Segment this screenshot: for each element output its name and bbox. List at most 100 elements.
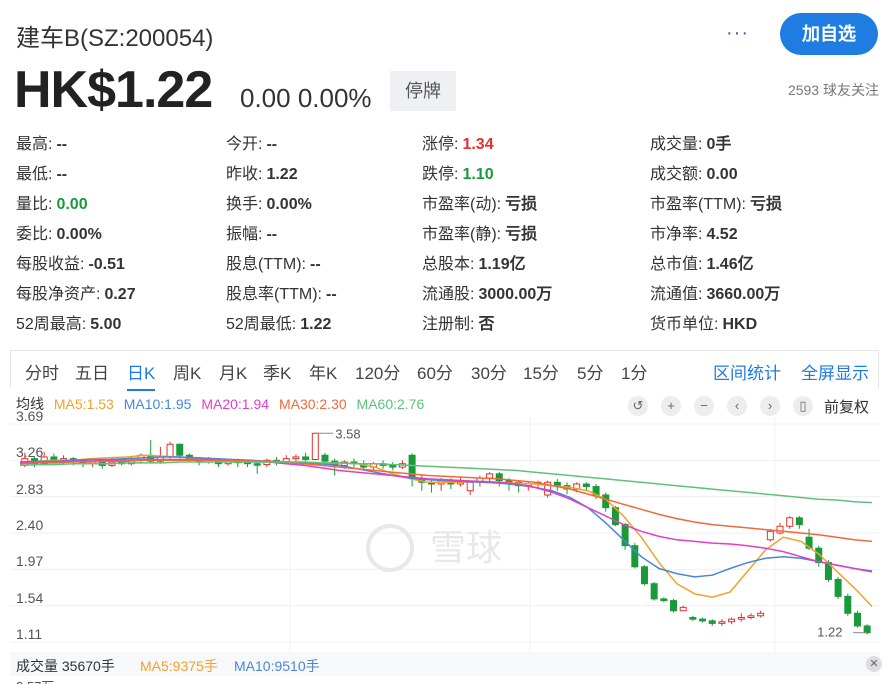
zoom-out-icon[interactable]: −: [694, 396, 714, 416]
reset-icon[interactable]: ↺: [628, 396, 648, 416]
stat-label: 52周最低:: [226, 316, 297, 333]
tab-12[interactable]: 1分: [621, 359, 647, 384]
candle-body[interactable]: [389, 464, 397, 468]
stat-item: 52周最高: 5.00: [16, 310, 121, 334]
candle-body[interactable]: [321, 454, 329, 462]
trading-halt-badge: 停牌: [390, 71, 456, 111]
stat-item: 流通股: 3000.00万: [422, 280, 552, 304]
candle-body[interactable]: [757, 612, 765, 617]
candle-body[interactable]: [689, 616, 697, 620]
candle-body[interactable]: [766, 530, 774, 541]
tab-4[interactable]: 月K: [219, 359, 247, 384]
candle-body[interactable]: [253, 463, 261, 466]
stat-label: 振幅:: [226, 226, 263, 243]
tab-2[interactable]: 日K: [127, 359, 156, 391]
tab-5[interactable]: 季K: [263, 359, 291, 384]
candle-body[interactable]: [708, 620, 716, 624]
candle-body[interactable]: [728, 618, 736, 623]
stat-value: 0.27: [104, 286, 136, 303]
candle-body[interactable]: [466, 481, 474, 492]
stat-item: 注册制: 否: [422, 310, 494, 334]
prev-icon[interactable]: ‹: [727, 396, 747, 416]
candle-body[interactable]: [292, 456, 300, 460]
candle-body[interactable]: [640, 566, 648, 585]
stat-item: 每股收益: -0.51: [16, 250, 125, 274]
more-icon[interactable]: ···: [726, 22, 749, 45]
candle-body[interactable]: [776, 525, 784, 534]
adjust-mode-button[interactable]: 前复权: [824, 396, 869, 417]
tab-1[interactable]: 五日: [75, 359, 109, 384]
stat-item: 市盈率(静): 亏损: [422, 220, 537, 244]
candle-body[interactable]: [302, 456, 310, 460]
candle-type-icon[interactable]: ▯: [793, 396, 813, 416]
candle-body[interactable]: [699, 618, 707, 622]
stat-value: 1.34: [462, 136, 494, 153]
tab-6[interactable]: 年K: [309, 359, 337, 384]
candle-body[interactable]: [737, 616, 745, 620]
stat-item: 市盈率(TTM): 亏损: [650, 190, 782, 214]
stat-label: 成交量:: [650, 136, 703, 153]
tab-0[interactable]: 分时: [25, 359, 59, 384]
stat-value: 0手: [706, 136, 732, 153]
tab-7[interactable]: 120分: [355, 359, 400, 384]
tab-8[interactable]: 60分: [417, 359, 453, 384]
stat-label: 市盈率(静):: [422, 226, 502, 243]
candle-body[interactable]: [786, 517, 794, 527]
candle-body[interactable]: [166, 443, 174, 458]
stat-value: --: [325, 286, 337, 303]
candle-body[interactable]: [747, 615, 755, 618]
candle-body[interactable]: [863, 625, 871, 634]
stat-value: 亏损: [749, 196, 782, 213]
stat-label: 每股净资产:: [16, 286, 101, 303]
zoom-in-icon[interactable]: +: [661, 396, 681, 416]
candle-body[interactable]: [844, 595, 852, 614]
stat-item: 涨停: 1.34: [422, 130, 494, 154]
stat-label: 市盈率(TTM):: [650, 196, 746, 213]
candle-body[interactable]: [795, 517, 803, 526]
stat-label: 成交额:: [650, 166, 703, 183]
volume-ma10: MA10:9510手: [234, 658, 320, 674]
stat-item: 跌停: 1.10: [422, 160, 494, 184]
volume-ma5: MA5:9375手: [140, 658, 218, 674]
range-stats-link[interactable]: 区间统计: [713, 359, 781, 384]
stat-value: 0.00%: [56, 226, 102, 243]
stat-item: 量比: 0.00: [16, 190, 88, 214]
y-tick-label: 2.40: [16, 517, 44, 533]
candle-body[interactable]: [176, 443, 184, 456]
stat-label: 最高:: [16, 136, 53, 153]
stat-label: 流通股:: [422, 286, 475, 303]
candle-body[interactable]: [486, 473, 494, 479]
kline-chart[interactable]: 雪球 3.58 1.22 3.69 3.26 2.83 2.40 1.97 1.54 1.11: [10, 408, 880, 652]
candle-body[interactable]: [853, 612, 861, 627]
ma10-value: MA10:1.95: [123, 396, 192, 412]
candle-body[interactable]: [650, 583, 658, 600]
followers-count[interactable]: 2593 球友关注: [788, 80, 879, 100]
tab-10[interactable]: 15分: [523, 359, 559, 384]
stat-label: 量比:: [16, 196, 53, 213]
volume-label: 成交量 35670手: [16, 658, 115, 674]
candle-body[interactable]: [718, 621, 726, 624]
add-to-watchlist-button[interactable]: 加自选: [780, 13, 878, 55]
fullscreen-link[interactable]: 全屏显示: [801, 359, 869, 384]
candle-body[interactable]: [582, 483, 590, 488]
stat-label: 市盈率(动):: [422, 196, 502, 213]
stat-item: 最高: --: [16, 130, 67, 154]
stat-value: 1.19亿: [478, 256, 526, 273]
candle-body[interactable]: [660, 598, 668, 602]
stat-value: --: [266, 136, 278, 153]
candle-body[interactable]: [553, 481, 561, 487]
stat-label: 跌停:: [422, 166, 459, 183]
current-price: HK$1.22: [14, 61, 213, 119]
candle-body[interactable]: [670, 600, 678, 612]
candle-body[interactable]: [679, 606, 687, 612]
close-icon[interactable]: ✕: [866, 656, 882, 672]
candle-body[interactable]: [311, 432, 319, 460]
candle-body[interactable]: [834, 578, 842, 597]
stock-title: 建车B(SZ:200054): [16, 25, 214, 52]
stat-item: 市盈率(动): 亏损: [422, 190, 537, 214]
tab-3[interactable]: 周K: [173, 359, 201, 384]
next-icon[interactable]: ›: [760, 396, 780, 416]
stat-value: 亏损: [505, 196, 538, 213]
tab-9[interactable]: 30分: [471, 359, 507, 384]
tab-11[interactable]: 5分: [577, 359, 603, 384]
